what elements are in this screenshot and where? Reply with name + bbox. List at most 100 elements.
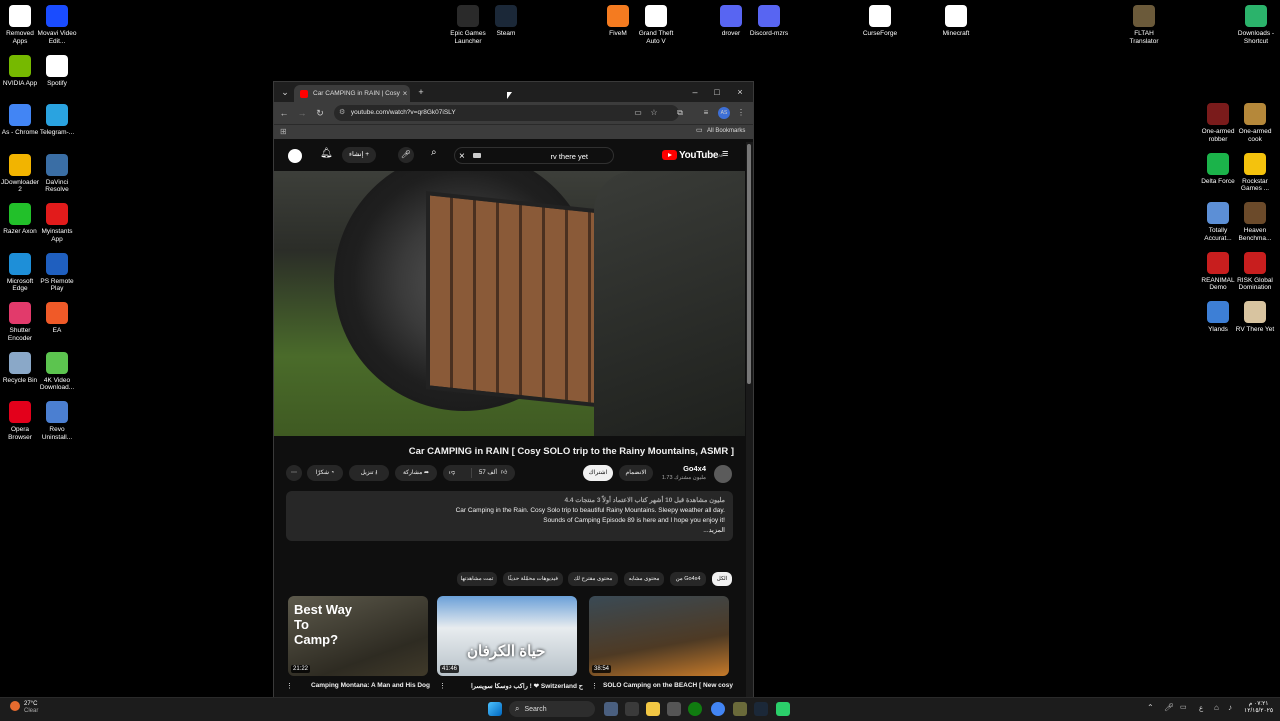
desktop-shortcut[interactable]: FLTAH Translator (1124, 5, 1164, 45)
desktop-shortcut[interactable]: One-armed robber (1198, 103, 1238, 143)
video-menu-icon[interactable]: ⋮ (439, 682, 446, 690)
desktop-shortcut[interactable]: CurseForge (860, 5, 900, 38)
youtube-search-input[interactable]: × rv there yet (454, 147, 614, 164)
microphone-icon[interactable]: 🎤︎ (1164, 703, 1174, 712)
related-video-title[interactable]: SOLO Camping on the BEACH [ New cosy (601, 682, 733, 689)
extensions-icon[interactable]: ⧉ (674, 107, 686, 119)
page-scrollbar[interactable] (746, 142, 753, 697)
desktop-shortcut[interactable]: Revo Uninstall... (37, 401, 77, 441)
desktop-shortcut[interactable]: Microsoft Edge (0, 252, 40, 293)
desktop-shortcut[interactable]: Discord-mzrs (749, 5, 789, 38)
desktop-shortcut[interactable]: EA (37, 302, 77, 335)
tab-search-icon[interactable]: ⌄ (276, 85, 294, 99)
youtube-logo[interactable]: YouTube AE (662, 148, 723, 162)
app-icon[interactable] (733, 702, 747, 716)
desktop-shortcut[interactable]: NVIDIA App (0, 54, 40, 88)
weather-widget[interactable]: 27°C Clear (24, 701, 38, 715)
share-button[interactable]: مشاركة ➦ (395, 465, 437, 481)
apps-grid-icon[interactable]: ⊞ (280, 127, 287, 136)
dislike-icon[interactable]: 👎︎ (449, 465, 455, 481)
tab-close-icon[interactable]: × (400, 89, 410, 98)
desktop-shortcut[interactable]: Shutter Encoder (0, 302, 40, 342)
desktop-shortcut[interactable]: Movavi Video Edit... (37, 5, 77, 45)
clear-search-icon[interactable]: × (459, 148, 465, 165)
notifications-bell-icon[interactable]: 🔔︎ (320, 148, 333, 159)
taskbar-search[interactable]: ⌕ Search (509, 701, 595, 717)
desktop-shortcut[interactable]: Grand Theft Auto V (636, 5, 676, 45)
desktop-shortcut[interactable]: RISK Global Domination (1235, 251, 1275, 292)
desktop-shortcut[interactable]: Telegram-... (37, 104, 77, 137)
desktop-shortcut[interactable]: Spotify (37, 54, 77, 88)
search-icon[interactable]: ⌕ (431, 147, 437, 158)
download-button[interactable]: تنزيل ⭳ (349, 465, 389, 481)
install-app-icon[interactable]: ▭ (632, 107, 644, 119)
desktop-shortcut[interactable]: drover (711, 5, 751, 38)
desktop-shortcut[interactable]: Opera Browser (0, 401, 40, 441)
desktop-shortcut[interactable]: Totally Accurat... (1198, 202, 1238, 242)
desktop-shortcut[interactable]: Rockstar Games ... (1235, 152, 1275, 193)
site-info-icon[interactable]: ⚙ (339, 105, 349, 121)
language-indicator[interactable]: ع (1199, 704, 1203, 712)
network-icon[interactable]: ⌂ (1214, 703, 1219, 712)
thanks-button[interactable]: شكرًا ◔ (307, 465, 343, 481)
account-avatar[interactable] (288, 149, 302, 163)
desktop-shortcut[interactable]: Delta Force (1198, 152, 1238, 186)
tray-chevron-icon[interactable]: ⌃ (1147, 703, 1154, 712)
desktop-shortcut[interactable]: JDownloader 2 (0, 153, 40, 194)
xbox-icon[interactable] (688, 702, 702, 716)
profile-avatar-icon[interactable]: AS (718, 107, 730, 119)
video-menu-icon[interactable]: ⋮ (286, 682, 293, 690)
windows-start-icon[interactable] (488, 702, 502, 716)
chip-all[interactable]: الكل (712, 572, 732, 586)
desktop-shortcut[interactable]: 4K Video Download... (37, 351, 77, 392)
related-video-thumbnail[interactable]: حياة الكرفان 41:46 (437, 596, 577, 676)
keyboard-icon[interactable] (473, 153, 481, 158)
subscribe-button[interactable]: اشتراك (583, 465, 613, 481)
media-icon[interactable]: ≡ (700, 107, 712, 119)
widgets-icon[interactable] (604, 702, 618, 716)
desktop-shortcut[interactable]: Recycle Bin (0, 351, 40, 385)
channel-info[interactable]: Go4x4 1.73 مليون مشترك (662, 464, 706, 481)
video-menu-icon[interactable]: ⋮ (591, 682, 598, 690)
like-icon[interactable]: 👍︎ (501, 465, 507, 481)
desktop-shortcut[interactable]: One-armed cook (1235, 103, 1275, 143)
voice-search-icon[interactable]: 🎤︎ (398, 147, 414, 163)
desktop-shortcut[interactable]: Minecraft (936, 5, 976, 38)
chip-from-channel[interactable]: من Go4x4 (670, 572, 706, 586)
bookmark-star-icon[interactable]: ☆ (648, 107, 660, 119)
volume-icon[interactable]: ♪ (1228, 703, 1232, 712)
related-video-title[interactable]: راكب دوسكا سويسرا ! ❤ Switzerland ح (449, 682, 583, 690)
address-bar[interactable]: ⚙ youtube.com/watch?v=qr8Gk07iSLY (334, 105, 679, 121)
desktop-shortcut[interactable]: Removed Apps (0, 5, 40, 45)
battery-icon[interactable]: ▭ (1180, 703, 1187, 711)
chip-similar[interactable]: محتوى مشابه (624, 572, 664, 586)
like-count[interactable]: 57 ألف (479, 465, 497, 481)
all-bookmarks-link[interactable]: All Bookmarks (707, 128, 745, 134)
desktop-shortcut[interactable]: Downloads - Shortcut (1236, 5, 1276, 45)
desktop-shortcut[interactable]: As - Chrome (0, 104, 40, 137)
chip-watched[interactable]: تمت مشاهدتها (457, 572, 497, 586)
more-actions-button[interactable]: ⋯ (286, 465, 302, 481)
store-icon[interactable] (667, 702, 681, 716)
reload-icon[interactable]: ↻ (314, 107, 326, 119)
desktop-shortcut[interactable]: PS Remote Play (37, 252, 77, 293)
forward-icon[interactable]: → (296, 107, 308, 119)
close-window-button[interactable]: × (731, 85, 749, 99)
desktop-shortcut[interactable]: Steam (486, 5, 526, 38)
desktop-shortcut[interactable]: REANIMAL Demo (1198, 251, 1238, 292)
maximize-button[interactable]: □ (708, 85, 726, 99)
related-video-thumbnail[interactable]: Best Way To Camp? 21:22 (288, 596, 428, 676)
back-icon[interactable]: ← (278, 107, 290, 119)
create-button[interactable]: إنشاء + (342, 147, 376, 163)
related-video-title[interactable]: Camping Montana: A Man and His Dog (296, 682, 430, 689)
clock[interactable]: ٠٧:٢١ م ١٢/١٥/٢٠٢٥ (1244, 701, 1273, 715)
chip-recently-uploaded[interactable]: فيديوهات محمّلة حديثًا (503, 572, 563, 586)
chip-recommended[interactable]: محتوى مقترح لك (568, 572, 618, 586)
browser-tab[interactable]: Car CAMPING in RAIN | Cosy S × (294, 85, 410, 102)
weather-icon[interactable] (10, 701, 20, 711)
video-player[interactable] (274, 171, 745, 436)
channel-avatar[interactable] (714, 465, 732, 483)
desktop-shortcut[interactable]: Razer Axon (0, 203, 40, 236)
join-button[interactable]: الانضمام (619, 465, 653, 481)
desktop-shortcut[interactable]: Heaven Benchma... (1235, 202, 1275, 242)
